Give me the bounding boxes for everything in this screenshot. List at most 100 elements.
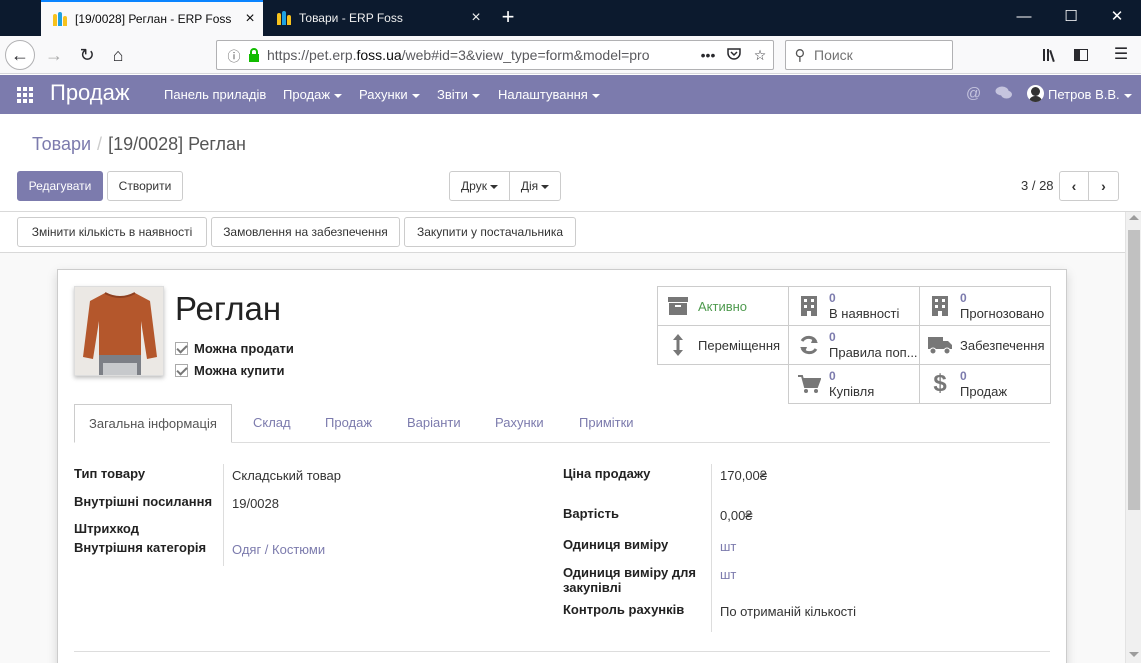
- scroll-up-arrow-icon[interactable]: [1129, 215, 1139, 220]
- app-title[interactable]: Продаж: [50, 80, 130, 106]
- sale-price-field[interactable]: 170,00₴: [720, 468, 767, 483]
- at-sign-icon[interactable]: @: [966, 85, 981, 102]
- product-image[interactable]: [74, 286, 164, 376]
- apps-grid-icon[interactable]: [17, 87, 33, 103]
- pager-previous-button[interactable]: ‹: [1059, 171, 1089, 201]
- tab-general-info[interactable]: Загальна інформація: [74, 404, 232, 443]
- menu-dashboard[interactable]: Панель приладів: [164, 87, 266, 102]
- cost-label: Вартість: [563, 506, 619, 521]
- action-dropdown[interactable]: Дія: [509, 171, 561, 201]
- close-tab-icon[interactable]: ×: [463, 9, 489, 27]
- purchases-value: 0: [829, 369, 836, 383]
- sales-label: Продаж: [960, 384, 1008, 399]
- can-be-purchased-checkbox[interactable]: Можна купити: [175, 363, 284, 378]
- can-be-sold-checkbox[interactable]: Можна продати: [175, 341, 294, 356]
- minimize-icon[interactable]: —: [1001, 0, 1047, 34]
- stock-moves-button[interactable]: Переміщення: [657, 325, 789, 365]
- buy-from-vendor-button[interactable]: Закупити у постачальника: [404, 217, 576, 247]
- barcode-label: Штрихкод: [74, 521, 139, 536]
- more-icon[interactable]: •••: [695, 47, 721, 63]
- breadcrumb-current: [19/0028] Реглан: [108, 134, 246, 154]
- replenishment-button[interactable]: Забезпечення: [919, 325, 1051, 365]
- scroll-down-arrow-icon[interactable]: [1129, 652, 1139, 657]
- browser-tab-inactive[interactable]: Товари - ERP Foss ×: [265, 0, 489, 36]
- browser-tab-active[interactable]: [19/0028] Реглан - ERP Foss ×: [41, 0, 263, 36]
- notebook-tabs: Загальна інформація Склад Продаж Варіант…: [74, 404, 1050, 443]
- uom-link[interactable]: шт: [720, 539, 736, 554]
- sales-button[interactable]: $ 0 Продаж: [919, 364, 1051, 404]
- page-scrollbar[interactable]: [1125, 212, 1141, 663]
- tab-invoicing[interactable]: Рахунки: [495, 404, 544, 443]
- form-sheet: Реглан Можна продати Можна купити Активн…: [57, 269, 1067, 663]
- new-tab-icon[interactable]: +: [495, 4, 521, 32]
- tab-notes[interactable]: Примітки: [579, 404, 634, 443]
- checkbox-checked-icon[interactable]: [175, 364, 188, 377]
- back-arrow-icon[interactable]: ←: [5, 40, 35, 70]
- browser-tab-bar: [19/0028] Реглан - ERP Foss × Товари - E…: [0, 0, 1141, 36]
- create-button[interactable]: Створити: [107, 171, 183, 201]
- forecast-button[interactable]: 0 Прогнозовано: [919, 286, 1051, 326]
- update-quantity-button[interactable]: Змінити кількість в наявності: [17, 217, 207, 247]
- invoice-policy-field[interactable]: По отриманій кількості: [720, 604, 856, 619]
- maximize-icon[interactable]: ☐: [1048, 0, 1094, 34]
- internal-category-label: Внутрішня категорія: [74, 540, 207, 555]
- forward-arrow-icon[interactable]: →: [39, 40, 69, 70]
- forecast-label: Прогнозовано: [960, 306, 1045, 321]
- uom-label: Одиниця виміру: [563, 537, 669, 552]
- tab-sales[interactable]: Продаж: [325, 404, 372, 443]
- url-bar[interactable]: ⓘ https://pet.erp.foss.ua/web#id=3&view_…: [216, 40, 774, 70]
- internal-reference-field[interactable]: 19/0028: [232, 496, 279, 511]
- hamburger-menu-icon[interactable]: ☰: [1106, 40, 1136, 70]
- sidebar-icon[interactable]: [1066, 40, 1096, 70]
- breadcrumb-products-link[interactable]: Товари: [32, 134, 91, 154]
- tab-title: [19/0028] Реглан - ERP Foss: [75, 12, 232, 26]
- menu-sales[interactable]: Продаж: [283, 87, 343, 102]
- pager-next-button[interactable]: ›: [1088, 171, 1119, 201]
- user-menu[interactable]: Петров В.В.: [1048, 87, 1132, 102]
- replenish-order-button[interactable]: Замовлення на забезпечення: [211, 217, 400, 247]
- close-window-icon[interactable]: ✕: [1094, 0, 1140, 34]
- info-icon[interactable]: ⓘ: [223, 46, 245, 65]
- pocket-icon[interactable]: [721, 47, 747, 64]
- url-text: https://pet.erp.foss.ua/web#id=3&view_ty…: [267, 47, 650, 63]
- tab-title: Товари - ERP Foss: [299, 11, 403, 25]
- active-toggle-button[interactable]: Активно: [657, 286, 789, 326]
- on-hand-label: В наявності: [829, 306, 900, 321]
- pager-value: 3 / 28: [1021, 178, 1054, 193]
- close-tab-icon[interactable]: ×: [237, 10, 263, 28]
- odoo-main-navbar: Продаж Панель приладів Продаж Рахунки Зв…: [0, 75, 1141, 114]
- scroll-thumb[interactable]: [1128, 230, 1140, 510]
- form-view: Реглан Можна продати Можна купити Активн…: [0, 253, 1125, 663]
- menu-invoices[interactable]: Рахунки: [359, 87, 420, 102]
- menu-settings[interactable]: Налаштування: [498, 87, 600, 102]
- form-statusbar: Змінити кількість в наявності Замовлення…: [0, 212, 1125, 253]
- home-icon[interactable]: ⌂: [103, 40, 133, 70]
- purchase-uom-link[interactable]: шт: [720, 567, 736, 582]
- erp-favicon-icon: [277, 11, 293, 25]
- reordering-rules-button[interactable]: 0 Правила поп...: [788, 325, 920, 365]
- building-icon: [920, 295, 960, 317]
- stock-moves-label: Переміщення: [698, 337, 781, 353]
- section-divider: [74, 651, 1050, 652]
- search-input[interactable]: ⚲ Поиск: [785, 40, 953, 70]
- product-type-field[interactable]: Складський товар: [232, 468, 341, 483]
- cost-field[interactable]: 0,00₴: [720, 508, 753, 523]
- bookmark-star-icon[interactable]: ☆: [747, 47, 773, 64]
- tab-inventory[interactable]: Склад: [253, 404, 291, 443]
- library-icon[interactable]: [1035, 40, 1065, 70]
- purchase-uom-label: Одиниця виміру для закупівлі: [563, 565, 696, 595]
- archive-icon: [658, 296, 698, 316]
- internal-category-link[interactable]: Одяг / Костюми: [232, 542, 325, 557]
- avatar[interactable]: [1027, 85, 1044, 102]
- print-dropdown[interactable]: Друк: [449, 171, 510, 201]
- purchases-button[interactable]: 0 Купівля: [788, 364, 920, 404]
- checkbox-checked-icon[interactable]: [175, 342, 188, 355]
- chat-icon[interactable]: [995, 85, 1013, 105]
- caret-down-icon: [489, 184, 498, 189]
- edit-button[interactable]: Редагувати: [17, 171, 103, 201]
- on-hand-button[interactable]: 0В наявності: [788, 286, 920, 326]
- menu-reports[interactable]: Звіти: [437, 87, 480, 102]
- product-type-label: Тип товару: [74, 466, 146, 481]
- tab-variants[interactable]: Варіанти: [407, 404, 461, 443]
- reload-icon[interactable]: ↻: [72, 40, 102, 70]
